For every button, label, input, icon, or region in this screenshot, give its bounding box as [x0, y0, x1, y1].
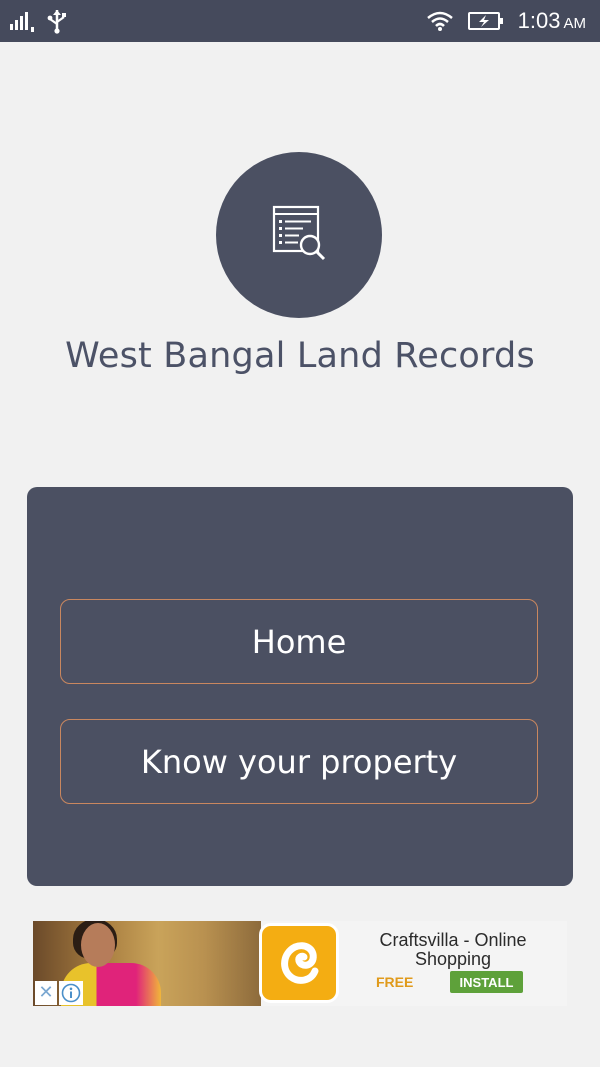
know-your-property-label: Know your property	[140, 742, 458, 781]
close-icon[interactable]: ✕	[35, 981, 57, 1005]
home-button[interactable]: Home	[60, 599, 538, 684]
wifi-icon	[426, 10, 454, 36]
usb-icon	[46, 8, 68, 38]
app-logo	[216, 152, 382, 318]
signal-icon	[10, 10, 36, 36]
status-bar: 1:03 AM	[0, 0, 600, 42]
info-icon[interactable]	[59, 981, 83, 1005]
clock-ampm: AM	[563, 15, 587, 32]
ad-banner[interactable]: ✕ Craftsvilla - Online Shopping FREE INS…	[33, 921, 567, 1006]
install-button[interactable]: INSTALL	[450, 971, 523, 993]
status-left	[10, 8, 68, 38]
clock-time: 1:03	[517, 8, 561, 33]
app-title: West Bangal Land Records	[65, 336, 535, 376]
know-your-property-button[interactable]: Know your property	[60, 719, 538, 804]
status-right: 1:03 AM	[426, 6, 586, 39]
ad-app-name[interactable]: Craftsvilla - Online Shopping	[353, 931, 553, 969]
document-search-icon	[269, 203, 329, 267]
clock: 1:03 AM	[518, 6, 586, 39]
craftsvilla-app-icon[interactable]	[259, 923, 339, 1003]
menu-card: Home Know your property	[27, 487, 573, 886]
ad-price: FREE	[376, 974, 414, 990]
battery-charging-icon	[467, 11, 504, 35]
ad-model-face	[81, 923, 115, 967]
home-button-label: Home	[251, 622, 347, 661]
